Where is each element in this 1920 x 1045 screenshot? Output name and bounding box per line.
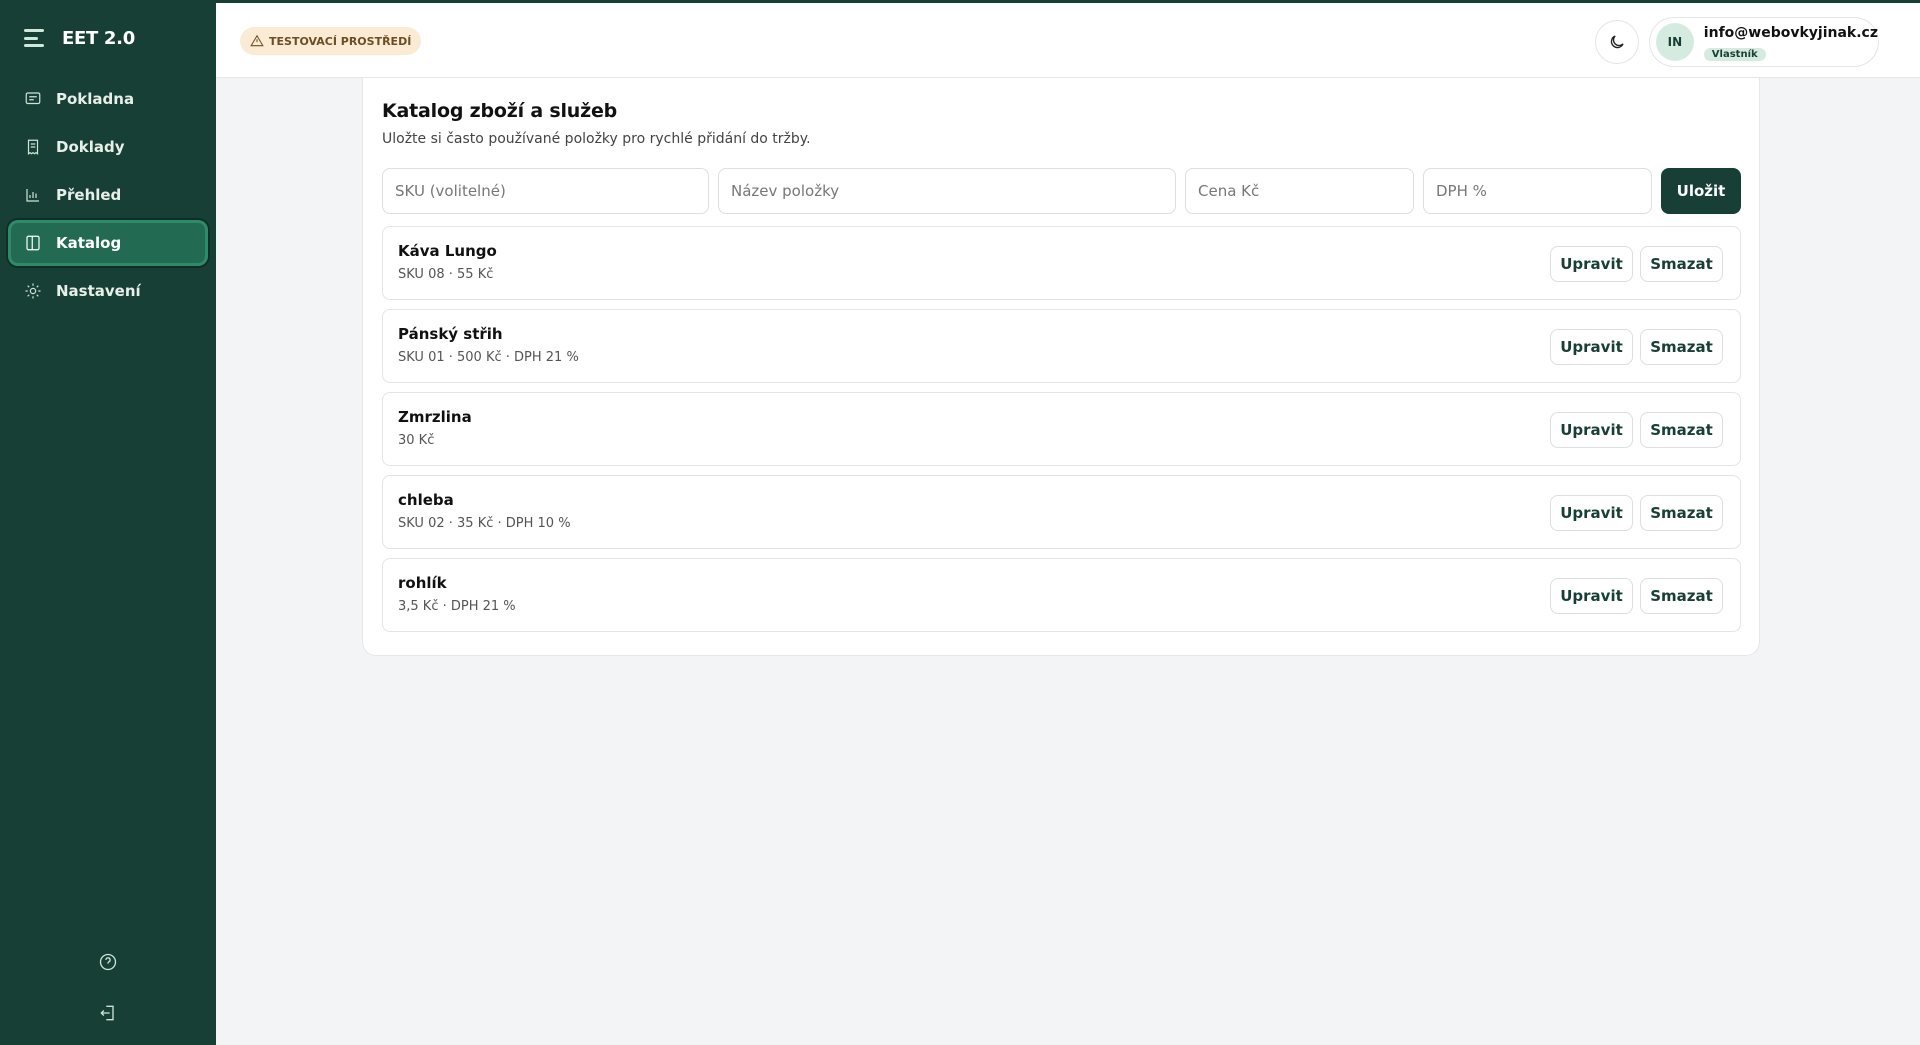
user-menu[interactable]: IN info@webovkyjinak.cz Vlastník [1649, 17, 1879, 67]
brand: EET 2.0 [0, 0, 216, 76]
item-name: Káva Lungo [398, 242, 497, 260]
sidebar-item-label: Pokladna [56, 90, 135, 108]
item-name: chleba [398, 491, 454, 509]
env-badge: TESTOVACÍ PROSTŘEDÍ [240, 27, 422, 55]
user-email: info@webovkyjinak.cz [1703, 24, 1878, 41]
app-title: EET 2.0 [62, 27, 135, 49]
sku-input[interactable] [382, 168, 709, 214]
item-name: Pánský střih [398, 325, 503, 343]
item-meta: SKU 02 · 35 Kč · DPH 10 % [398, 516, 571, 531]
list-item: Zmrzlina 30 Kč Upravit Smazat [382, 392, 1741, 466]
edit-button[interactable]: Upravit [1550, 329, 1633, 365]
list-item: Pánský střih SKU 01 · 500 Kč · DPH 21 % … [382, 309, 1741, 383]
warning-icon [250, 34, 264, 47]
item-name-input[interactable] [718, 168, 1176, 214]
avatar: IN [1656, 23, 1694, 61]
delete-button[interactable]: Smazat [1640, 246, 1723, 282]
user-info: info@webovkyjinak.cz Vlastník [1703, 24, 1878, 61]
edit-button[interactable]: Upravit [1550, 246, 1633, 282]
env-badge-label: TESTOVACÍ PROSTŘEDÍ [269, 34, 412, 48]
help-button[interactable] [0, 952, 216, 972]
edit-button[interactable]: Upravit [1550, 412, 1633, 448]
item-name: Zmrzlina [398, 408, 472, 426]
delete-button[interactable]: Smazat [1640, 412, 1723, 448]
theme-toggle-button[interactable] [1595, 20, 1639, 64]
sidebar-item-label: Nastavení [56, 282, 141, 300]
edit-button[interactable]: Upravit [1550, 578, 1633, 614]
log-out-icon [100, 1005, 114, 1021]
role-badge: Vlastník [1703, 47, 1766, 61]
help-circle-icon [99, 953, 117, 971]
delete-button[interactable]: Smazat [1640, 329, 1723, 365]
delete-button[interactable]: Smazat [1640, 578, 1723, 614]
bar-chart-icon [26, 189, 39, 202]
item-meta: 3,5 Kč · DPH 21 % [398, 599, 516, 614]
list-item: rohlík 3,5 Kč · DPH 21 % Upravit Smazat [382, 558, 1741, 632]
sidebar-nav: Pokladna Doklady Přehled Katalog Nastave… [0, 76, 216, 314]
delete-button[interactable]: Smazat [1640, 495, 1723, 531]
sidebar-item-nastaveni[interactable]: Nastavení [8, 268, 208, 314]
sidebar-item-label: Doklady [56, 138, 125, 156]
sidebar-item-pokladna[interactable]: Pokladna [8, 76, 208, 122]
moon-icon [1610, 35, 1624, 49]
item-name: rohlík [398, 574, 447, 592]
sidebar-item-label: Přehled [56, 186, 122, 204]
page-title: Katalog zboží a služeb [382, 100, 618, 122]
save-button[interactable]: Uložit [1661, 168, 1741, 214]
sidebar-item-prehled[interactable]: Přehled [8, 172, 208, 218]
item-meta: SKU 01 · 500 Kč · DPH 21 % [398, 350, 579, 365]
catalog-card: Katalog zboží a služeb Uložte si často p… [362, 78, 1760, 656]
list-item: chleba SKU 02 · 35 Kč · DPH 10 % Upravit… [382, 475, 1741, 549]
book-icon [26, 235, 40, 251]
menu-icon[interactable] [24, 29, 44, 47]
sidebar-item-katalog[interactable]: Katalog [8, 220, 208, 266]
sidebar: EET 2.0 Pokladna Doklady Přehled Katalog… [0, 0, 216, 1045]
vat-input[interactable] [1423, 168, 1652, 214]
list-item: Káva Lungo SKU 08 · 55 Kč Upravit Smazat [382, 226, 1741, 300]
top-bar: TESTOVACÍ PROSTŘEDÍ IN info@webovkyjinak… [216, 0, 1920, 78]
price-input[interactable] [1185, 168, 1414, 214]
receipt-icon [27, 139, 39, 155]
item-meta: 30 Kč [398, 433, 435, 448]
message-square-icon [25, 92, 41, 105]
sidebar-item-doklady[interactable]: Doklady [8, 124, 208, 170]
sidebar-item-label: Katalog [56, 234, 122, 252]
item-meta: SKU 08 · 55 Kč [398, 267, 494, 282]
edit-button[interactable]: Upravit [1550, 495, 1633, 531]
logout-button[interactable] [0, 1003, 216, 1023]
page-subtitle: Uložte si často používané položky pro ry… [382, 131, 811, 147]
sun-gear-icon [25, 283, 41, 299]
